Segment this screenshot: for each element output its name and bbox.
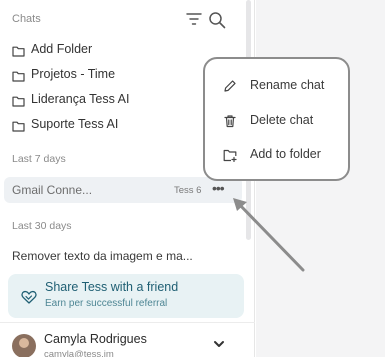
sidebar-header: Chats (12, 12, 232, 30)
more-options-icon[interactable]: ••• (212, 180, 225, 196)
chat-item-gmail[interactable]: Gmail Conne... Tess 6 ••• (4, 177, 242, 203)
user-profile[interactable]: Camyla Rodrigues camyla@tess.im (12, 330, 244, 357)
menu-label: Delete chat (250, 113, 314, 127)
model-badge: Tess 6 (174, 185, 202, 196)
folder-label: Projetos - Time (31, 67, 116, 81)
menu-label: Rename chat (250, 78, 325, 92)
pencil-icon (223, 79, 237, 93)
folder-icon (12, 94, 25, 107)
menu-label: Add to folder (250, 147, 321, 161)
folder-suporte-tess-ai[interactable]: Suporte Tess AI (12, 116, 232, 136)
section-last-30-days: Last 30 days (12, 220, 72, 232)
search-icon[interactable] (208, 11, 226, 29)
chevron-down-icon[interactable] (213, 336, 225, 347)
folder-icon (12, 119, 25, 132)
add-to-folder-item[interactable]: Add to folder (223, 144, 343, 166)
folder-label: Suporte Tess AI (31, 117, 119, 131)
folder-label: Liderança Tess AI (31, 92, 130, 106)
heart-handshake-icon (21, 290, 37, 304)
section-last-7-days: Last 7 days (12, 153, 66, 165)
folder-lideranca-tess-ai[interactable]: Liderança Tess AI (12, 91, 232, 111)
delete-chat-item[interactable]: Delete chat (223, 110, 343, 132)
folder-projetos-time[interactable]: Projetos - Time (12, 66, 232, 86)
user-email: camyla@tess.im (44, 349, 114, 357)
chat-title: Remover texto da imagem e ma... (12, 249, 193, 263)
share-title: Share Tess with a friend (45, 280, 179, 294)
chat-context-menu: Rename chat Delete chat Add to folder (203, 57, 350, 181)
share-referral-card[interactable]: Share Tess with a friend Earn per succes… (8, 274, 244, 318)
folder-plus-icon (223, 148, 237, 163)
sidebar-title: Chats (12, 13, 41, 25)
avatar (12, 334, 36, 357)
folder-add[interactable]: Add Folder (12, 41, 232, 61)
folder-label: Add Folder (31, 42, 93, 56)
folder-icon (12, 44, 25, 57)
trash-icon (223, 114, 237, 128)
rename-chat-item[interactable]: Rename chat (223, 75, 343, 97)
chat-title: Gmail Conne... (12, 183, 93, 197)
share-subtitle: Earn per successful referral (45, 298, 168, 309)
divider (0, 322, 255, 323)
filter-icon[interactable] (186, 12, 202, 26)
chat-item-remover-texto[interactable]: Remover texto da imagem e ma... (4, 243, 242, 269)
folder-icon (12, 69, 25, 82)
user-name: Camyla Rodrigues (44, 332, 147, 346)
